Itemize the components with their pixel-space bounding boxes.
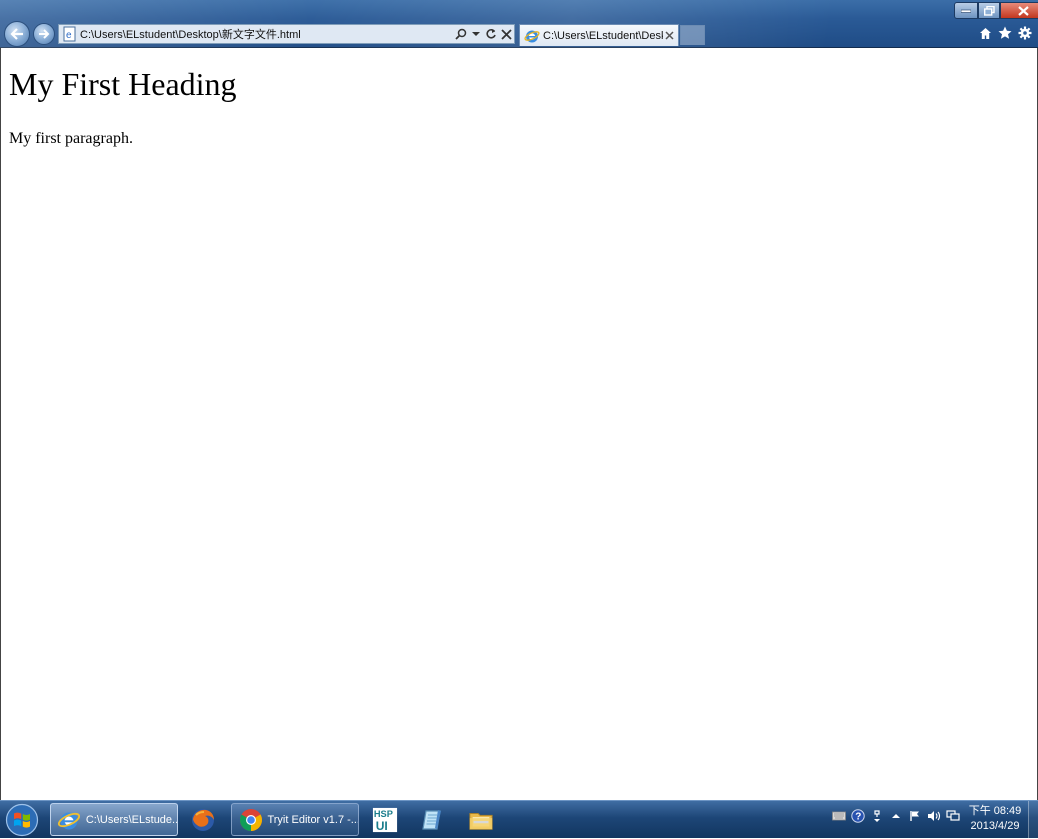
restore-button[interactable] bbox=[978, 2, 1000, 19]
home-icon[interactable] bbox=[978, 26, 992, 40]
page-heading: My First Heading bbox=[9, 66, 237, 102]
search-icon[interactable] bbox=[454, 27, 468, 41]
input-method-icon[interactable] bbox=[870, 809, 884, 823]
address-url[interactable]: C:\Users\ELstudent\Desktop\新文字文件.html bbox=[80, 26, 454, 42]
svg-text:HSP: HSP bbox=[374, 809, 393, 819]
refresh-icon[interactable] bbox=[484, 27, 498, 41]
system-tray: ? bbox=[832, 809, 960, 823]
address-bar[interactable]: e C:\Users\ELstudent\Desktop\新文字文件.html bbox=[58, 24, 515, 44]
internet-explorer-icon bbox=[524, 28, 540, 44]
svg-text:e: e bbox=[66, 30, 72, 41]
browser-tab[interactable]: C:\Users\ELstudent\Deskt... bbox=[519, 24, 679, 46]
browser-toolbar-right bbox=[978, 26, 1032, 40]
back-button[interactable] bbox=[4, 21, 30, 47]
minimize-icon bbox=[961, 9, 971, 13]
back-arrow-icon bbox=[10, 28, 23, 40]
taskbar-item-chrome[interactable]: Tryit Editor v1.7 -... bbox=[231, 803, 359, 836]
volume-icon[interactable] bbox=[927, 809, 941, 823]
stop-icon[interactable] bbox=[499, 27, 513, 41]
help-icon[interactable]: ? bbox=[851, 809, 865, 823]
network-icon[interactable] bbox=[946, 809, 960, 823]
taskbar-item-firefox[interactable] bbox=[184, 803, 226, 836]
chrome-icon bbox=[238, 807, 263, 833]
window-controls bbox=[954, 2, 1038, 19]
internet-explorer-icon bbox=[57, 807, 82, 833]
svg-text:UI: UI bbox=[376, 819, 388, 833]
hsp-ui-icon: HSP UI bbox=[372, 807, 398, 833]
taskbar: C:\Users\ELstude... Tryit Editor v1.7 -.… bbox=[0, 800, 1038, 839]
clock-time: 下午 08:49 bbox=[968, 805, 1022, 817]
forward-button[interactable] bbox=[33, 23, 55, 45]
taskbar-item-ie[interactable]: C:\Users\ELstude... bbox=[50, 803, 178, 836]
windows-logo-icon bbox=[5, 803, 39, 837]
firefox-icon bbox=[190, 807, 216, 833]
taskbar-clock[interactable]: 下午 08:49 2013/4/29 bbox=[962, 804, 1028, 834]
show-desktop-button[interactable] bbox=[1028, 801, 1038, 839]
close-icon bbox=[1017, 5, 1029, 16]
close-icon[interactable] bbox=[663, 30, 675, 42]
notepad-icon bbox=[420, 807, 446, 833]
svg-text:?: ? bbox=[855, 812, 861, 823]
show-hidden-icons-arrow-icon[interactable] bbox=[889, 809, 903, 823]
dropdown-icon[interactable] bbox=[469, 27, 483, 41]
file-explorer-icon bbox=[468, 807, 494, 833]
new-tab-button[interactable] bbox=[680, 25, 705, 45]
browser-titlebar: e C:\Users\ELstudent\Desktop\新文字文件.html … bbox=[0, 0, 1038, 48]
taskbar-item-hsp-ui[interactable]: HSP UI bbox=[366, 803, 408, 836]
taskbar-item-explorer[interactable] bbox=[462, 803, 508, 836]
tab-title: C:\Users\ELstudent\Deskt... bbox=[543, 29, 663, 42]
tools-gear-icon[interactable] bbox=[1018, 26, 1032, 40]
close-window-button[interactable] bbox=[1000, 2, 1038, 19]
page-paragraph: My first paragraph. bbox=[9, 130, 133, 147]
start-button[interactable] bbox=[3, 802, 41, 838]
clock-date: 2013/4/29 bbox=[970, 820, 1020, 832]
favorites-star-icon[interactable] bbox=[998, 26, 1012, 40]
minimize-button[interactable] bbox=[954, 2, 978, 19]
page-favicon-icon: e bbox=[62, 26, 78, 42]
action-center-flag-icon[interactable] bbox=[908, 809, 922, 823]
keyboard-icon[interactable] bbox=[832, 809, 846, 823]
taskbar-item-label: C:\Users\ELstude... bbox=[85, 813, 177, 826]
forward-arrow-icon bbox=[39, 29, 50, 39]
restore-icon bbox=[983, 5, 995, 16]
page-content: My First Heading My first paragraph. bbox=[0, 48, 1038, 800]
taskbar-item-label: Tryit Editor v1.7 -... bbox=[267, 813, 358, 826]
taskbar-item-notepad[interactable] bbox=[414, 803, 456, 836]
